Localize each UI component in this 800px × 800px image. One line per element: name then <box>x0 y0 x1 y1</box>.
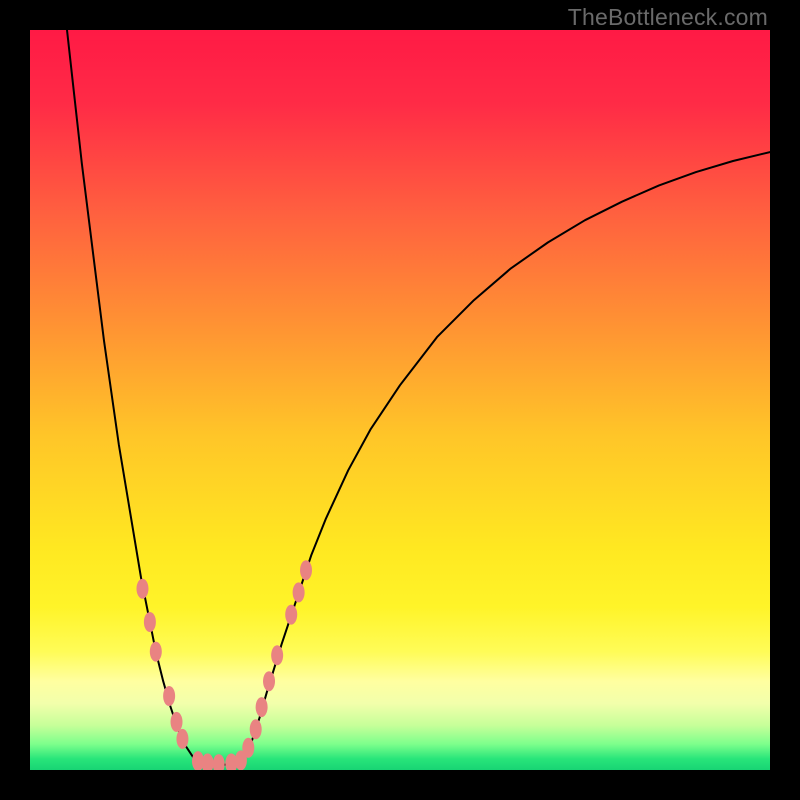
watermark-text: TheBottleneck.com <box>568 4 768 31</box>
curve-markers <box>136 560 312 770</box>
plot-area <box>30 30 770 770</box>
curve-layer <box>30 30 770 770</box>
chart-frame: TheBottleneck.com <box>0 0 800 800</box>
bottleneck-curve <box>67 30 770 765</box>
